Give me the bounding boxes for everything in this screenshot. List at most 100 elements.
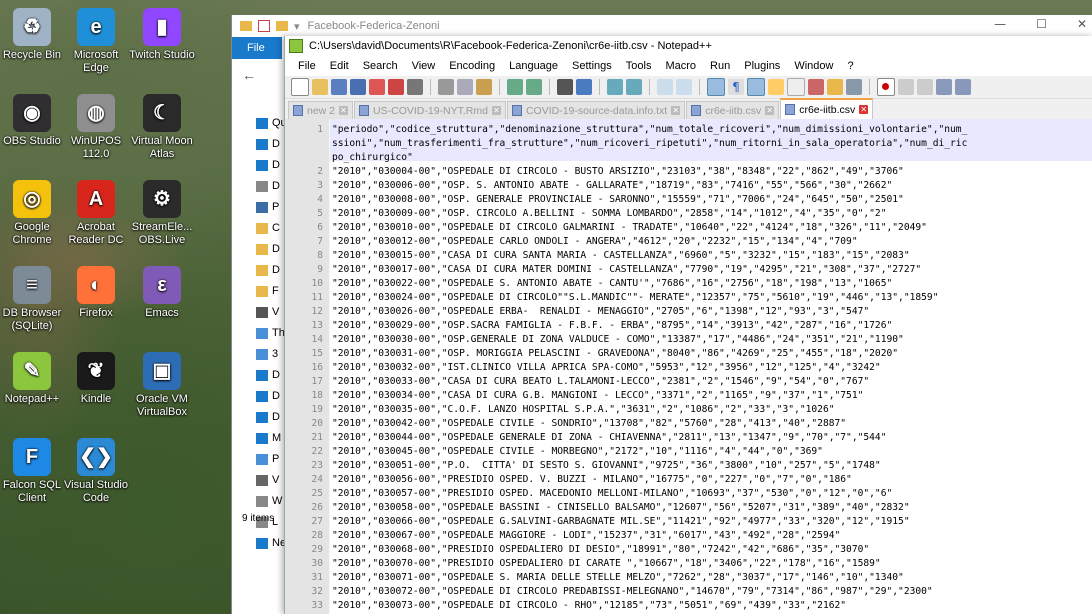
desktop-icon-virtualbox[interactable]: ▣ Oracle VM VirtualBox — [126, 352, 198, 419]
tab-close-icon[interactable]: ✕ — [765, 106, 775, 115]
ribbon-file-tab[interactable]: File — [232, 37, 282, 59]
notepadpp-window[interactable]: C:\Users\david\Documents\R\Facebook-Fede… — [284, 36, 1092, 614]
monitoring-icon[interactable] — [846, 79, 862, 95]
editor-tab[interactable]: cr6e-iitb.csv ✕ — [686, 101, 780, 119]
desktop-icon-falcon[interactable]: F Falcon SQL Client — [0, 438, 68, 505]
desktop-icon-moon[interactable]: ☾ Virtual Moon Atlas — [126, 94, 198, 161]
copy-icon[interactable] — [457, 79, 473, 95]
desktop-icon-twitch[interactable]: ▮ Twitch Studio — [126, 8, 198, 62]
desktop-icon-acrobat[interactable]: A Acrobat Reader DC — [60, 180, 132, 247]
menu-encoding[interactable]: Encoding — [442, 60, 502, 72]
zoom-in-icon[interactable] — [607, 79, 623, 95]
nav-item[interactable]: D — [256, 262, 280, 278]
menu-tools[interactable]: Tools — [619, 60, 659, 72]
find-icon[interactable] — [557, 79, 573, 95]
desktop-icon-obs[interactable]: ◉ OBS Studio — [0, 94, 68, 148]
nav-item[interactable]: P — [256, 451, 279, 467]
tab-close-icon[interactable]: ✕ — [859, 105, 869, 114]
play-macro-icon[interactable] — [917, 79, 933, 95]
zoom-out-icon[interactable] — [626, 79, 642, 95]
menu-search[interactable]: Search — [356, 60, 405, 72]
nav-item[interactable]: W — [256, 493, 282, 509]
desktop-icon-globe[interactable]: ◍ WinUPOS 112.0 — [60, 94, 132, 161]
desktop-icon-kindle[interactable]: ❦ Kindle — [60, 352, 132, 406]
nav-item[interactable]: V — [256, 472, 279, 488]
tab-close-icon[interactable]: ✕ — [339, 106, 349, 115]
new-file-icon[interactable] — [291, 78, 309, 96]
nav-item[interactable]: D — [256, 409, 280, 425]
print-icon[interactable] — [407, 79, 423, 95]
nav-item[interactable]: D — [256, 367, 280, 383]
nav-item[interactable]: D — [256, 241, 280, 257]
close-all-icon[interactable] — [388, 79, 404, 95]
folder-workspace-icon[interactable] — [827, 79, 843, 95]
maximize-icon[interactable]: ☐ — [1036, 17, 1047, 31]
nav-item[interactable]: Thi — [256, 325, 287, 341]
nav-item[interactable]: C — [256, 220, 280, 236]
record-macro-icon[interactable] — [877, 78, 895, 96]
indent-guide-icon[interactable] — [747, 78, 765, 96]
close-icon[interactable]: ✕ — [1077, 17, 1087, 31]
nav-item[interactable]: D — [256, 178, 280, 194]
nav-item[interactable]: 3 — [256, 346, 278, 362]
stop-macro-icon[interactable] — [898, 79, 914, 95]
checkbox-icon[interactable] — [258, 20, 270, 32]
tab-close-icon[interactable]: ✕ — [491, 106, 501, 115]
desktop-icon-emacs[interactable]: ε Emacs — [126, 266, 198, 320]
udl-icon[interactable] — [768, 79, 784, 95]
dropdown-icon[interactable]: ▾ — [294, 20, 300, 33]
doc-map-icon[interactable] — [787, 78, 805, 96]
run-macro-multiple-icon[interactable] — [936, 79, 952, 95]
nav-item[interactable]: P — [256, 199, 279, 215]
desktop-icon-chrome[interactable]: ◎ Google Chrome — [0, 180, 68, 247]
back-arrow-icon[interactable]: ← — [242, 67, 256, 83]
desktop-icon-vscode[interactable]: ❮❯ Visual Studio Code — [60, 438, 132, 505]
menu-view[interactable]: View — [405, 60, 443, 72]
editor-tab[interactable]: new 2 ✕ — [288, 101, 354, 119]
nav-item[interactable]: D — [256, 136, 280, 152]
desktop-icon-firefox[interactable]: ◐ Firefox — [60, 266, 132, 320]
nav-item[interactable]: V — [256, 304, 279, 320]
save-icon[interactable] — [331, 79, 347, 95]
editor-tab[interactable]: COVID-19-source-data.info.txt ✕ — [506, 101, 686, 119]
redo-icon[interactable] — [526, 79, 542, 95]
cut-icon[interactable] — [438, 79, 454, 95]
close-file-icon[interactable] — [369, 79, 385, 95]
nav-item[interactable]: F — [256, 283, 279, 299]
menu-macro[interactable]: Macro — [658, 60, 703, 72]
desktop-icon-edge[interactable]: e Microsoft Edge — [60, 8, 132, 75]
menu-language[interactable]: Language — [502, 60, 565, 72]
replace-icon[interactable] — [576, 79, 592, 95]
sync-horizontal-icon[interactable] — [676, 79, 692, 95]
menu-plugins[interactable]: Plugins — [737, 60, 787, 72]
undo-icon[interactable] — [507, 79, 523, 95]
explorer-titlebar[interactable]: ▾ Facebook-Federica-Zenoni — [232, 15, 1092, 37]
show-all-chars-icon[interactable]: ¶ — [728, 79, 744, 95]
function-list-icon[interactable] — [808, 79, 824, 95]
nav-item[interactable]: D — [256, 388, 280, 404]
editor-tab[interactable]: cr6e-iitb.csv ✕ — [780, 98, 874, 119]
desktop-icon-database[interactable]: ≡ DB Browser (SQLite) — [0, 266, 68, 333]
sync-vertical-icon[interactable] — [657, 79, 673, 95]
nav-item[interactable]: Ne — [256, 535, 286, 551]
menu-settings[interactable]: Settings — [565, 60, 619, 72]
menu-file[interactable]: File — [291, 60, 323, 72]
desktop-icon-streamelements[interactable]: ⚙ StreamEle... OBS.Live — [126, 180, 198, 247]
nav-item[interactable]: Qu — [256, 115, 287, 131]
menu-run[interactable]: Run — [703, 60, 737, 72]
text-editor[interactable]: 1 2 3 4 5 6 7 8 9 10 11 12 13 14 15 16 17 18 19 20 21 22 23 24 2… — [285, 119, 1092, 614]
menu-window[interactable]: Window — [787, 60, 840, 72]
minimize-icon[interactable]: — — [994, 17, 1006, 31]
desktop-icon-notepadpp[interactable]: ✎ Notepad++ — [0, 352, 68, 406]
notepadpp-titlebar[interactable]: C:\Users\david\Documents\R\Facebook-Fede… — [285, 36, 1092, 56]
word-wrap-icon[interactable] — [707, 78, 725, 96]
open-file-icon[interactable] — [312, 79, 328, 95]
editor-tab[interactable]: US-COVID-19-NYT.Rmd ✕ — [354, 101, 506, 119]
menu-edit[interactable]: Edit — [323, 60, 356, 72]
save-macro-icon[interactable] — [955, 79, 971, 95]
nav-item[interactable]: D — [256, 157, 280, 173]
desktop-icon-recycle-bin[interactable]: ♻ Recycle Bin — [0, 8, 68, 62]
paste-icon[interactable] — [476, 79, 492, 95]
nav-item[interactable]: M — [256, 430, 281, 446]
save-all-icon[interactable] — [350, 79, 366, 95]
